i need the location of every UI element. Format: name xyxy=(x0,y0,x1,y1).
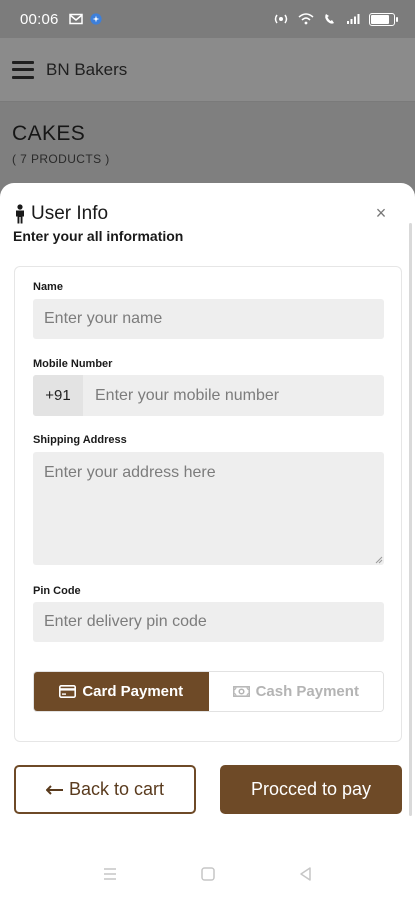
mobile-label: Mobile Number xyxy=(33,358,113,370)
card-payment-option[interactable]: Card Payment xyxy=(34,672,209,711)
back-to-cart-button[interactable]: Back to cart xyxy=(14,765,196,814)
hotspot-icon xyxy=(274,14,288,24)
mobile-input[interactable]: Enter your mobile number xyxy=(83,387,279,405)
mail-icon xyxy=(68,13,83,25)
cash-payment-label: Cash Payment xyxy=(255,683,359,700)
sheet-subtitle: Enter your all information xyxy=(13,228,184,244)
battery-level xyxy=(371,14,389,24)
card-payment-label: Card Payment xyxy=(82,683,184,700)
cash-icon xyxy=(232,686,250,697)
status-bar: 00:06 xyxy=(0,0,415,38)
signal-icon xyxy=(347,14,360,24)
proceed-to-pay-button[interactable]: Procced to pay xyxy=(220,765,402,814)
app-title: BN Bakers xyxy=(46,59,128,79)
wifi-call-icon xyxy=(298,13,314,25)
user-info-form: Name Enter your name Mobile Number +91 E… xyxy=(14,266,402,742)
back-to-cart-label: Back to cart xyxy=(68,779,165,799)
address-label: Shipping Address xyxy=(33,434,127,446)
back-icon[interactable] xyxy=(297,865,315,883)
resize-grip-icon[interactable] xyxy=(375,556,383,564)
app-header: BN Bakers xyxy=(0,38,415,102)
cash-payment-option[interactable]: Cash Payment xyxy=(208,672,383,711)
status-right-icons xyxy=(273,12,398,26)
name-label: Name xyxy=(33,281,63,293)
sheet-title: User Info xyxy=(31,203,109,224)
address-placeholder: Enter your address here xyxy=(44,464,216,481)
payment-method-toggle: Card Payment Cash Payment xyxy=(33,671,384,712)
pincode-field[interactable]: Enter delivery pin code xyxy=(33,602,384,642)
category-title: CAKES xyxy=(12,122,86,145)
recents-icon[interactable] xyxy=(101,865,119,883)
name-field[interactable]: Enter your name xyxy=(33,299,384,339)
address-textarea[interactable]: Enter your address here xyxy=(33,452,384,565)
credit-card-icon xyxy=(59,685,77,698)
sheet-header: User Info Enter your all information × xyxy=(13,203,395,244)
app-badge-icon xyxy=(89,13,102,25)
category-count: ( 7 PRODUCTS ) xyxy=(12,152,110,166)
proceed-to-pay-label: Procced to pay xyxy=(250,779,372,799)
home-icon[interactable] xyxy=(199,865,217,883)
country-code-prefix: +91 xyxy=(33,375,83,416)
sheet-scrollbar[interactable] xyxy=(409,223,412,816)
volte-icon xyxy=(325,14,334,24)
status-time: 00:06 xyxy=(20,10,59,28)
arrow-left-icon xyxy=(45,784,63,795)
category-header: CAKES ( 7 PRODUCTS ) xyxy=(12,122,110,166)
mobile-field[interactable]: +91 Enter your mobile number xyxy=(33,375,384,416)
close-button[interactable]: × xyxy=(371,203,391,223)
person-icon xyxy=(16,204,24,224)
status-left-icons xyxy=(68,13,103,25)
user-info-sheet: User Info Enter your all information × N… xyxy=(0,183,415,900)
battery-icon xyxy=(369,12,398,26)
pincode-label: Pin Code xyxy=(33,585,81,597)
system-nav-bar xyxy=(0,848,415,900)
hamburger-menu-icon[interactable] xyxy=(12,60,34,79)
sheet-title-row: User Info xyxy=(13,203,395,225)
